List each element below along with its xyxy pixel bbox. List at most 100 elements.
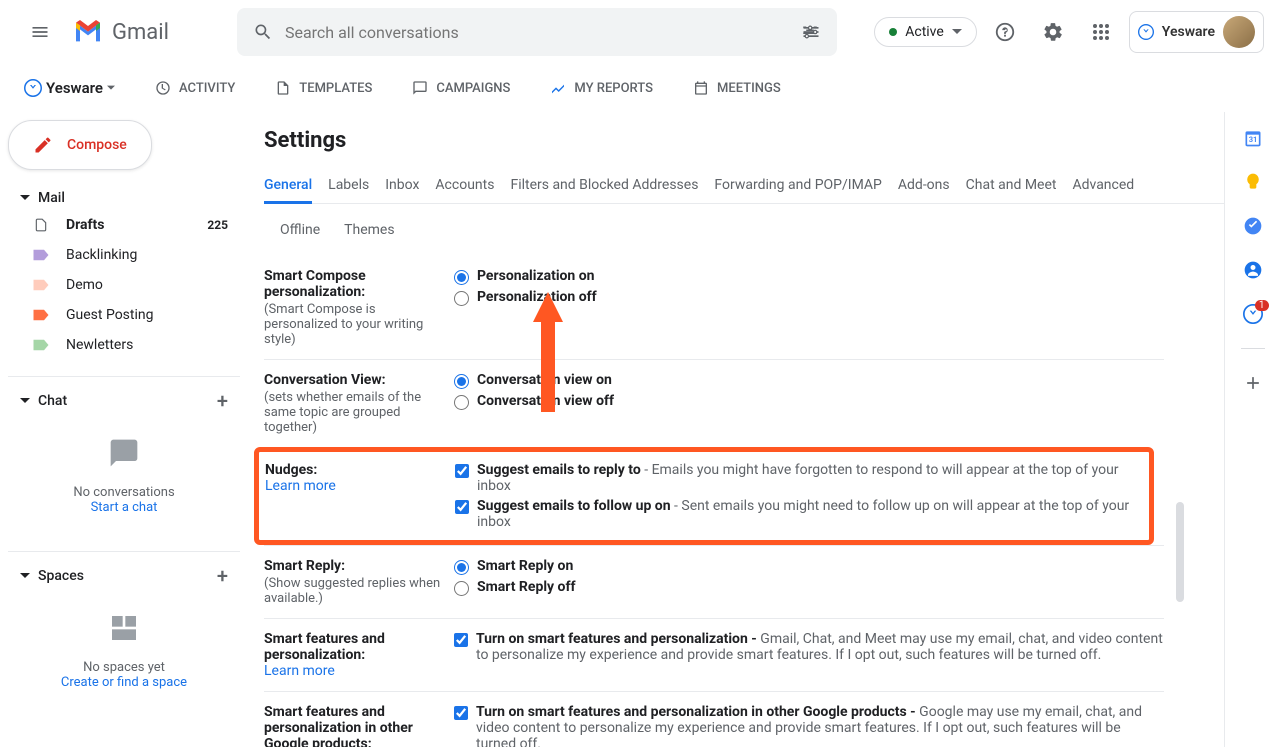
tab-advanced[interactable]: Advanced [1072,169,1134,203]
tab-chat-meet[interactable]: Chat and Meet [966,169,1057,203]
tag-icon [32,338,50,352]
side-panel: 31 1 [1224,112,1280,747]
spaces-empty-state: No spaces yet Create or find a space [8,592,240,710]
radio-conversation-off[interactable] [454,395,469,410]
gear-icon [1042,21,1064,43]
tab-labels[interactable]: Labels [328,169,369,203]
checkbox-smart-features[interactable] [454,633,468,647]
apps-button[interactable] [1081,12,1121,52]
chevron-down-icon [20,396,30,406]
tab-addons[interactable]: Add-ons [898,169,950,203]
templates-icon [275,80,291,96]
setting-smart-compose: Smart Compose personalization: (Smart Co… [264,256,1164,359]
start-chat-link[interactable]: Start a chat [28,500,220,515]
add-space-button[interactable]: + [217,564,228,588]
tab-inbox[interactable]: Inbox [385,169,419,203]
add-chat-button[interactable]: + [217,389,228,413]
keep-addon[interactable] [1243,172,1263,192]
nav-activity[interactable]: ACTIVITY [155,80,235,96]
settings-tabs-row2: Offline Themes [264,204,1224,256]
chevron-down-icon [952,27,962,37]
gmail-logo[interactable]: Gmail [72,16,169,48]
nav-templates[interactable]: TEMPLATES [275,80,372,96]
setting-smart-features: Smart features and personalization: Lear… [264,618,1164,691]
label-guest-posting[interactable]: Guest Posting [8,300,240,330]
header-right: Active Yesware [874,11,1264,53]
radio-personalization-on[interactable] [454,270,469,285]
chevron-down-icon [20,571,30,581]
get-addons-button[interactable] [1243,373,1263,393]
nav-reports[interactable]: MY REPORTS [550,80,653,96]
reports-icon [550,80,566,96]
yesware-account-pill[interactable]: Yesware [1129,11,1264,53]
tab-accounts[interactable]: Accounts [435,169,494,203]
yesware-icon [24,79,42,97]
label-demo[interactable]: Demo [8,270,240,300]
tag-icon [32,278,50,292]
tab-offline[interactable]: Offline [280,214,320,246]
setting-conversation-view: Conversation View: (sets whether emails … [264,359,1164,447]
nudges-learn-more[interactable]: Learn more [265,478,445,494]
search-bar[interactable] [237,8,837,56]
chat-section-header[interactable]: Chat + [8,385,240,417]
tag-icon [32,248,50,262]
nav-campaigns[interactable]: CAMPAIGNS [412,80,510,96]
nav-meetings[interactable]: MEETINGS [693,80,781,96]
label-drafts[interactable]: Drafts 225 [8,210,240,240]
settings-button[interactable] [1033,12,1073,52]
help-button[interactable] [985,12,1025,52]
keep-icon [1243,172,1263,192]
meetings-icon [693,80,709,96]
user-avatar[interactable] [1223,16,1255,48]
spaces-section-header[interactable]: Spaces + [8,560,240,592]
smart-features-learn-more[interactable]: Learn more [264,663,444,679]
gmail-icon [72,16,104,48]
label-newletters[interactable]: Newletters [8,330,240,360]
setting-nudges: Nudges: Learn more Suggest emails to rep… [254,447,1154,545]
compose-button[interactable]: Compose [8,120,152,170]
radio-smart-reply-on[interactable] [454,560,469,575]
tasks-icon [1243,216,1263,236]
help-icon [994,21,1016,43]
search-icon [253,22,273,42]
gmail-header: Gmail Active Yesware [0,0,1280,64]
plus-icon [1243,373,1263,393]
tab-themes[interactable]: Themes [344,214,394,246]
page-title: Settings [264,128,1224,153]
radio-personalization-off[interactable] [454,291,469,306]
tab-forwarding[interactable]: Forwarding and POP/IMAP [714,169,881,203]
radio-conversation-on[interactable] [454,374,469,389]
tasks-addon[interactable] [1243,216,1263,236]
label-backlinking[interactable]: Backlinking [8,240,240,270]
checkbox-suggest-followup[interactable] [455,500,469,514]
contacts-addon[interactable] [1243,260,1263,280]
mail-section-header[interactable]: Mail [8,186,240,210]
search-input[interactable] [285,23,789,42]
setting-smart-features-other: Smart features and personalization in ot… [264,691,1164,747]
yesware-addon[interactable]: 1 [1243,304,1263,324]
radio-smart-reply-off[interactable] [454,581,469,596]
create-space-link[interactable]: Create or find a space [28,675,220,690]
calendar-addon[interactable]: 31 [1243,128,1263,148]
status-label: Active [905,24,944,40]
tab-general[interactable]: General [264,169,312,204]
panel-separator [1241,348,1265,349]
file-icon [32,218,50,232]
yesware-brand-dropdown[interactable]: Yesware [24,79,115,97]
spaces-icon [108,612,140,644]
badge: 1 [1255,300,1269,311]
main-menu-button[interactable] [16,8,64,56]
yesware-icon [1138,24,1154,40]
yesware-pill-text: Yesware [1162,24,1215,40]
settings-tabs: General Labels Inbox Accounts Filters an… [264,169,1224,204]
hamburger-icon [30,22,50,42]
scrollbar[interactable] [1176,502,1184,602]
tab-filters[interactable]: Filters and Blocked Addresses [510,169,698,203]
checkbox-smart-features-other[interactable] [454,706,468,720]
checkbox-suggest-reply[interactable] [455,464,469,478]
search-options-icon[interactable] [801,22,821,42]
activity-icon [155,80,171,96]
status-pill[interactable]: Active [874,17,977,47]
svg-text:31: 31 [1248,135,1257,144]
contacts-icon [1243,260,1263,280]
